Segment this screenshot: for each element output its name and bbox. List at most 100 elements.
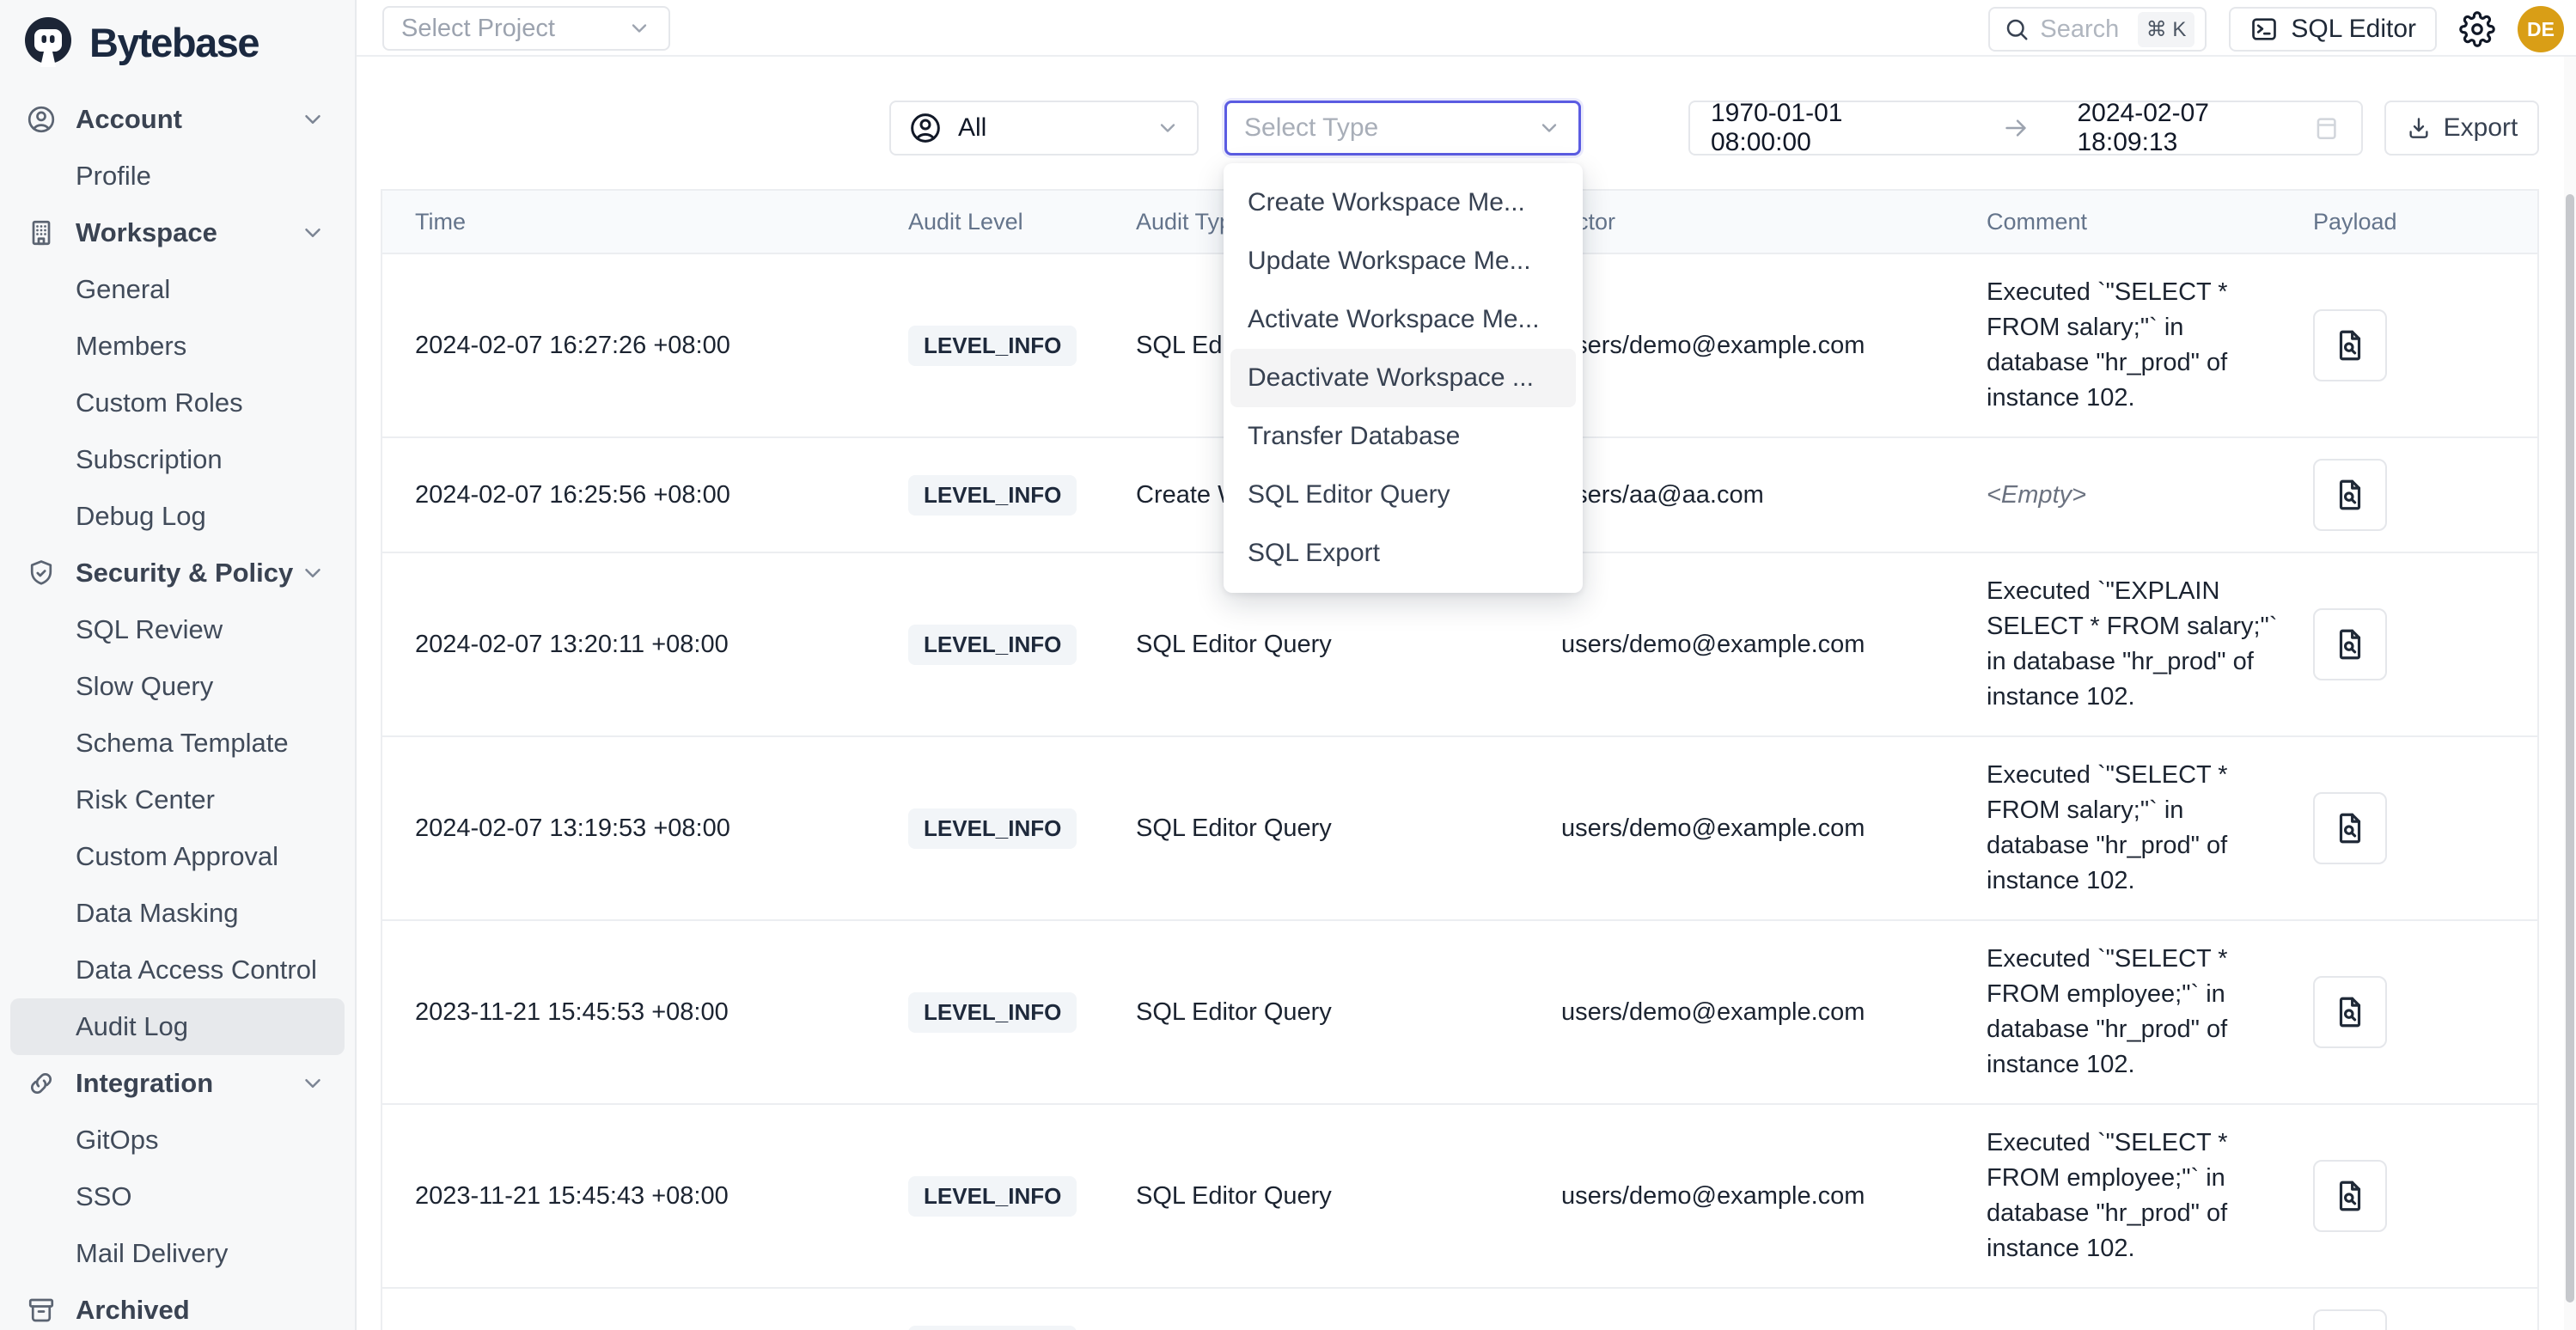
file-search-icon <box>2332 626 2368 662</box>
select-project-dropdown[interactable]: Select Project <box>382 6 670 51</box>
download-icon <box>2406 115 2432 141</box>
sidebar-item-audit-log[interactable]: Audit Log <box>10 998 345 1055</box>
payload-view-button[interactable] <box>2313 459 2387 531</box>
type-menu-item-transfer-database[interactable]: Transfer Database <box>1230 407 1576 466</box>
column-header-comment: Comment <box>1987 209 2313 235</box>
sidebar: Bytebase Account ProfileWorkspace General M… <box>0 0 357 1330</box>
level-badge: LEVEL_INFO <box>908 808 1077 849</box>
sidebar-item-mail-delivery[interactable]: Mail Delivery <box>10 1225 345 1282</box>
sidebar-nav: Account ProfileWorkspace General Members Cus… <box>0 82 355 1330</box>
chevron-down-icon <box>300 1071 326 1096</box>
sidebar-item-profile[interactable]: Profile <box>10 148 345 204</box>
type-menu-item-deactivate-workspace[interactable]: Deactivate Workspace ... <box>1230 349 1576 407</box>
sidebar-item-debug-log[interactable]: Debug Log <box>10 488 345 545</box>
sidebar-item-schema-template[interactable]: Schema Template <box>10 715 345 772</box>
type-menu-item-create-workspace-me[interactable]: Create Workspace Me... <box>1230 174 1576 232</box>
sidebar-item-label: Account <box>76 104 182 135</box>
sidebar-item-account[interactable]: Account <box>10 91 345 148</box>
search-icon <box>2004 16 2030 42</box>
sidebar-item-label: Data Access Control <box>76 955 317 985</box>
level-badge: LEVEL_INFO <box>908 1326 1077 1330</box>
cell-audit-level: LEVEL_INFO <box>908 625 1136 665</box>
cell-payload <box>2313 309 2539 381</box>
actor-filter-dropdown[interactable]: All <box>889 101 1199 156</box>
avatar[interactable]: DE <box>2518 6 2564 52</box>
column-header-actor: Actor <box>1561 209 1987 235</box>
sidebar-item-label: Members <box>76 331 186 362</box>
date-end-value[interactable]: 2024-02-07 18:09:13 <box>2078 99 2312 157</box>
chevron-down-icon <box>1537 116 1561 140</box>
bytebase-app: Bytebase Account ProfileWorkspace General M… <box>0 0 2576 1330</box>
gear-icon[interactable] <box>2459 11 2495 47</box>
sidebar-item-gitops[interactable]: GitOps <box>10 1112 345 1168</box>
payload-view-button[interactable] <box>2313 792 2387 864</box>
sidebar-item-label: SSO <box>76 1181 131 1212</box>
type-menu-item-sql-export[interactable]: SQL Export <box>1230 524 1576 583</box>
shield-check-icon <box>26 558 57 589</box>
sidebar-item-subscription[interactable]: Subscription <box>10 431 345 488</box>
topbar: Select Project Search ⌘ K SQL Editor DE <box>357 0 2576 57</box>
cell-audit-type: SQL Editor Query <box>1136 631 1561 659</box>
sidebar-item-workspace[interactable]: Workspace <box>10 204 345 261</box>
column-header-audit-level: Audit Level <box>908 209 1136 235</box>
date-start-value[interactable]: 1970-01-01 08:00:00 <box>1711 99 1945 157</box>
payload-view-button[interactable] <box>2313 1309 2387 1330</box>
sidebar-item-custom-approval[interactable]: Custom Approval <box>10 828 345 885</box>
cell-payload <box>2313 976 2539 1048</box>
building-icon <box>26 217 57 248</box>
level-badge: LEVEL_INFO <box>908 1176 1077 1217</box>
cell-time: 2024-02-07 13:19:53 +08:00 <box>382 814 908 843</box>
chevron-down-icon <box>300 107 326 132</box>
cell-time: 2024-02-07 16:25:56 +08:00 <box>382 481 908 509</box>
payload-view-button[interactable] <box>2313 1160 2387 1232</box>
sidebar-item-security-policy[interactable]: Security & Policy <box>10 545 345 601</box>
payload-view-button[interactable] <box>2313 608 2387 680</box>
date-range-picker[interactable]: 1970-01-01 08:00:00 2024-02-07 18:09:13 <box>1688 101 2363 156</box>
sidebar-item-archived[interactable]: Archived <box>10 1282 345 1330</box>
sidebar-item-general[interactable]: General <box>10 261 345 318</box>
search-input[interactable]: Search ⌘ K <box>1988 7 2207 52</box>
sidebar-item-label: General <box>76 274 170 305</box>
scrollbar-thumb[interactable] <box>2566 194 2574 1303</box>
sidebar-item-label: SQL Review <box>76 614 223 645</box>
payload-view-button[interactable] <box>2313 309 2387 381</box>
sidebar-item-members[interactable]: Members <box>10 318 345 375</box>
cell-comment: <Empty> <box>1987 478 2313 513</box>
cell-payload <box>2313 459 2539 531</box>
cell-actor: users/demo@example.com <box>1561 998 1987 1027</box>
cell-comment: Executed `"SELECT * FROM employee;"` in … <box>1987 942 2313 1083</box>
sidebar-item-slow-query[interactable]: Slow Query <box>10 658 345 715</box>
sidebar-item-risk-center[interactable]: Risk Center <box>10 772 345 828</box>
table-row: 2024-02-07 13:19:53 +08:00LEVEL_INFO SQL … <box>382 737 2537 921</box>
table-row: 2023-11-21 15:45:43 +08:00LEVEL_INFOSQL … <box>382 1105 2537 1289</box>
cell-time: 2024-02-07 13:20:11 +08:00 <box>382 631 908 659</box>
payload-view-button[interactable] <box>2313 976 2387 1048</box>
column-header-time: Time <box>382 209 908 235</box>
sidebar-item-data-access-control[interactable]: Data Access Control <box>10 942 345 998</box>
cell-audit-type: SQL Editor Query <box>1136 814 1561 843</box>
export-button[interactable]: Export <box>2384 101 2539 156</box>
sidebar-item-sql-review[interactable]: SQL Review <box>10 601 345 658</box>
type-menu-item-sql-editor-query[interactable]: SQL Editor Query <box>1230 466 1576 524</box>
sidebar-item-data-masking[interactable]: Data Masking <box>10 885 345 942</box>
cell-comment: Executed `"EXPLAIN SELECT * FROM salary;… <box>1987 574 2313 715</box>
sidebar-item-integration[interactable]: Integration <box>10 1055 345 1112</box>
type-filter-dropdown[interactable]: Select Type <box>1224 101 1581 156</box>
logo[interactable]: Bytebase <box>0 0 355 82</box>
sidebar-item-sso[interactable]: SSO <box>10 1168 345 1225</box>
search-placeholder: Search <box>2040 15 2127 44</box>
cell-payload <box>2313 792 2539 864</box>
link-icon <box>26 1068 57 1099</box>
sidebar-item-custom-roles[interactable]: Custom Roles <box>10 375 345 431</box>
level-badge: LEVEL_INFO <box>908 326 1077 366</box>
cell-actor: users/demo@example.com <box>1561 814 1987 843</box>
type-filter-placeholder: Select Type <box>1244 113 1537 143</box>
cell-audit-type: SQL Editor Query <box>1136 998 1561 1027</box>
sql-editor-button[interactable]: SQL Editor <box>2229 7 2437 52</box>
sidebar-item-label: Debug Log <box>76 501 206 532</box>
type-menu-item-update-workspace-me[interactable]: Update Workspace Me... <box>1230 232 1576 290</box>
bytebase-logo-icon <box>21 15 76 70</box>
cell-actor: users/demo@example.com <box>1561 1182 1987 1211</box>
cell-time: 2024-02-07 16:27:26 +08:00 <box>382 332 908 360</box>
type-menu-item-activate-workspace-me[interactable]: Activate Workspace Me... <box>1230 290 1576 349</box>
